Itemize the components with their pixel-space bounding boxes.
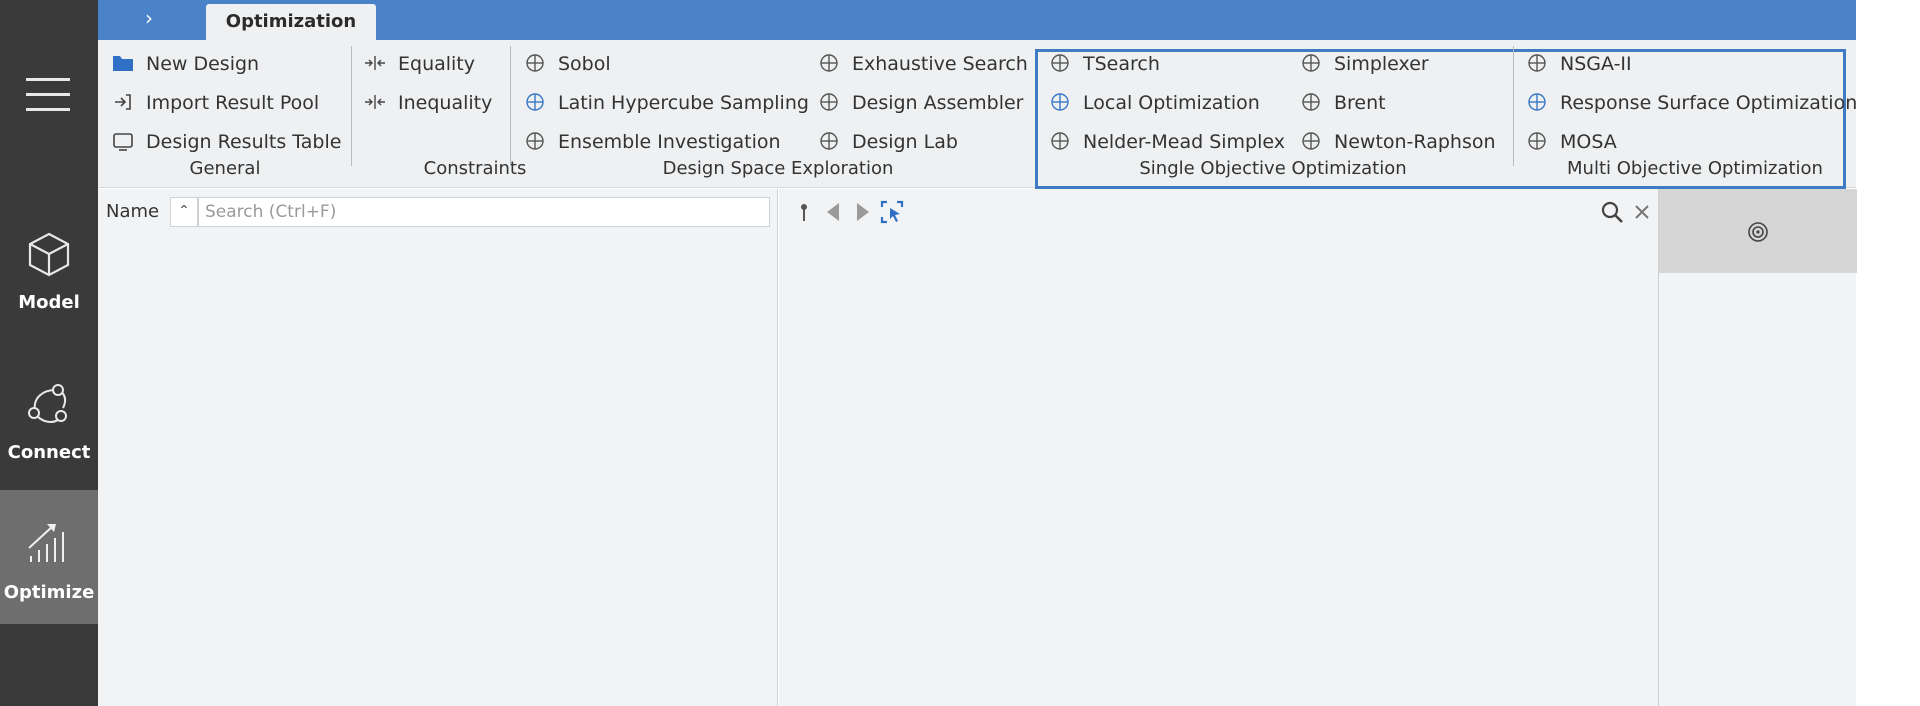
properties-header [1659, 189, 1857, 273]
add-circle-icon [1302, 93, 1320, 111]
rail-item-label: Optimize [3, 582, 95, 603]
nsga-ii-button[interactable]: NSGA-II [1526, 48, 1632, 80]
add-circle-icon [526, 93, 544, 111]
search-input[interactable] [198, 197, 770, 227]
new-design-button[interactable]: New Design [112, 48, 259, 80]
newton-raphson-button[interactable]: Newton-Raphson [1300, 126, 1496, 158]
select-cursor-icon[interactable] [879, 199, 905, 225]
add-circle-icon [1528, 93, 1546, 111]
optimize-chart-icon [28, 524, 64, 562]
next-arrow-icon[interactable] [849, 199, 875, 225]
add-circle-icon [526, 54, 544, 72]
ribbon-toolbar: New Design Import Result Pool Design Res… [98, 40, 1857, 189]
properties-panel [1658, 189, 1857, 706]
ribbon-separator [351, 46, 352, 166]
nelder-mead-simplex-button[interactable]: Nelder-Mead Simplex [1049, 126, 1285, 158]
add-circle-icon [1051, 132, 1069, 150]
add-circle-icon [526, 132, 544, 150]
ribbon-separator [510, 46, 511, 166]
add-circle-icon [1051, 54, 1069, 72]
target-icon[interactable] [1745, 219, 1771, 245]
local-optimization-button[interactable]: Local Optimization [1049, 87, 1260, 119]
sobol-button[interactable]: Sobol [524, 48, 611, 80]
mosa-button[interactable]: MOSA [1526, 126, 1617, 158]
add-circle-icon [820, 54, 838, 72]
design-results-table-button[interactable]: Design Results Table [112, 126, 341, 158]
hamburger-menu-icon[interactable] [26, 78, 70, 112]
cube-icon [28, 232, 70, 277]
add-circle-icon [1528, 54, 1546, 72]
equality-constraint-icon [365, 56, 385, 70]
exhaustive-search-button[interactable]: Exhaustive Search [818, 48, 1028, 80]
equality-button[interactable]: Equality [364, 48, 475, 80]
rail-item-connect[interactable]: Connect [0, 350, 98, 484]
add-circle-icon [820, 132, 838, 150]
sort-toggle-chevron-up-icon[interactable]: ⌃ [170, 197, 198, 227]
rail-item-label: Model [18, 292, 80, 313]
left-rail: Model Connect Optimize [0, 0, 98, 706]
tsearch-button[interactable]: TSearch [1049, 48, 1160, 80]
inequality-constraint-icon [365, 95, 385, 109]
search-icon[interactable] [1599, 199, 1625, 225]
brent-button[interactable]: Brent [1300, 87, 1386, 119]
rail-item-model[interactable]: Model [0, 200, 98, 334]
main-view-panel [779, 189, 1658, 706]
group-label-multi-objective-optimization: Multi Objective Optimization [1567, 158, 1823, 179]
previous-arrow-icon[interactable] [821, 199, 847, 225]
rail-item-optimize[interactable]: Optimize [0, 490, 98, 624]
add-circle-icon [1528, 132, 1546, 150]
add-circle-icon [1302, 54, 1320, 72]
group-label-general: General [189, 158, 261, 179]
folder-icon [113, 56, 133, 71]
rail-item-label: Connect [7, 442, 91, 463]
tab-optimization[interactable]: Optimization [206, 4, 376, 40]
ribbon-separator [1513, 46, 1514, 166]
design-list-panel: Name ⌃ [98, 189, 778, 706]
import-icon [115, 94, 131, 110]
latin-hypercube-sampling-button[interactable]: Latin Hypercube Sampling [524, 87, 809, 119]
design-lab-button[interactable]: Design Lab [818, 126, 958, 158]
add-circle-icon [820, 93, 838, 111]
monitor-icon [113, 133, 133, 151]
pin-icon[interactable] [791, 199, 817, 225]
design-assembler-button[interactable]: Design Assembler [818, 87, 1023, 119]
add-circle-icon [1302, 132, 1320, 150]
response-surface-optimization-button[interactable]: Response Surface Optimization [1526, 87, 1857, 119]
ensemble-investigation-button[interactable]: Ensemble Investigation [524, 126, 781, 158]
inequality-button[interactable]: Inequality [364, 87, 492, 119]
add-circle-icon [1051, 93, 1069, 111]
group-label-single-objective-optimization: Single Objective Optimization [1139, 158, 1407, 179]
group-label-design-space-exploration: Design Space Exploration [662, 158, 894, 179]
simplexer-button[interactable]: Simplexer [1300, 48, 1429, 80]
chevron-right-icon[interactable]: › [138, 4, 160, 32]
top-bar: › Optimization [98, 0, 1856, 40]
name-column-label: Name [106, 201, 160, 222]
close-icon[interactable] [1629, 199, 1655, 225]
import-result-pool-button[interactable]: Import Result Pool [112, 87, 319, 119]
connect-icon [28, 384, 67, 423]
